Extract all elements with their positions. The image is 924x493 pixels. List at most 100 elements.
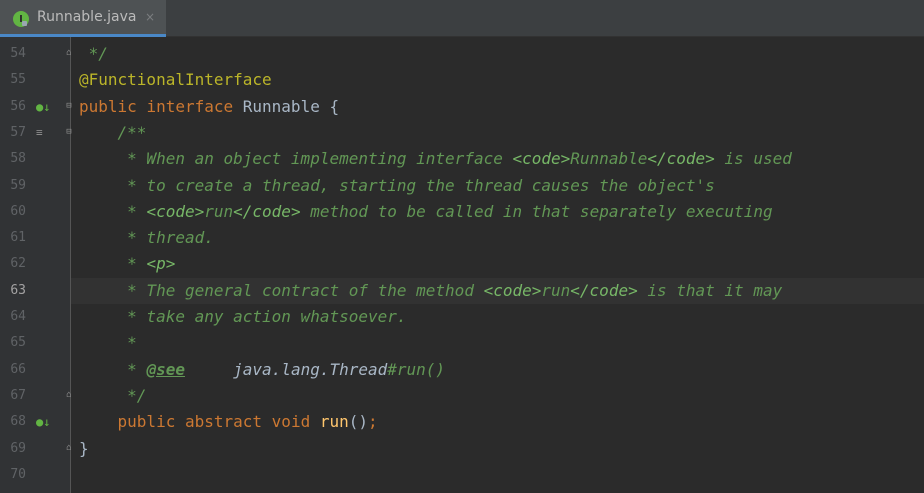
code-text[interactable]: /**: [79, 120, 147, 146]
code-line-64[interactable]: * take any action whatsoever. 64: [0, 304, 924, 330]
rendered-doc-icon[interactable]: ≡: [36, 126, 50, 140]
code-line-55[interactable]: @FunctionalInterface 55: [0, 67, 924, 93]
line-number[interactable]: 55: [0, 67, 26, 93]
implemented-override-icon[interactable]: ●↓: [36, 415, 50, 429]
code-line-58[interactable]: * When an object implementing interface …: [0, 146, 924, 172]
close-icon[interactable]: ×: [145, 10, 155, 24]
code-line-content[interactable]: public interface Runnable {: [71, 94, 924, 120]
code-token: * thread.: [79, 228, 214, 247]
code-token: java.lang.Thread: [233, 360, 388, 379]
code-line-content[interactable]: *: [71, 330, 924, 356]
code-line-70[interactable]: 70: [0, 462, 924, 488]
code-line-content[interactable]: /**: [71, 120, 924, 146]
code-text[interactable]: * take any action whatsoever.: [79, 304, 407, 330]
code-text[interactable]: */: [79, 383, 146, 409]
line-number[interactable]: 67: [0, 383, 26, 409]
tab-label: Runnable.java: [37, 9, 137, 25]
code-token: Runnable {: [242, 97, 340, 116]
code-token: </code>: [647, 149, 715, 168]
code-token: */: [79, 44, 108, 63]
code-token: * When an object implementing interface: [79, 149, 513, 168]
line-number[interactable]: 63: [0, 278, 26, 304]
code-line-content[interactable]: [71, 462, 924, 488]
code-text[interactable]: * @see java.lang.Thread#run(): [79, 357, 445, 383]
code-token: (): [348, 412, 369, 431]
code-line-content[interactable]: * @see java.lang.Thread#run(): [71, 357, 924, 383]
line-number[interactable]: 56: [0, 94, 26, 120]
code-token: is that it may: [637, 281, 783, 300]
line-number[interactable]: 66: [0, 357, 26, 383]
code-token: *: [79, 254, 147, 273]
implemented-override-icon[interactable]: ●↓: [36, 100, 50, 114]
code-line-54[interactable]: */ 54 ⌂: [0, 41, 924, 67]
code-line-57[interactable]: /** 57 ≡ ⊟: [0, 120, 924, 146]
code-line-59[interactable]: * to create a thread, starting the threa…: [0, 173, 924, 199]
code-line-56[interactable]: public interface Runnable { 56 ●↓ ⊟: [0, 94, 924, 120]
code-text[interactable]: * The general contract of the method <co…: [79, 278, 782, 304]
code-line-content[interactable]: public abstract void run();: [71, 409, 924, 435]
line-number[interactable]: 54: [0, 41, 26, 67]
code-line-content[interactable]: * to create a thread, starting the threa…: [71, 173, 924, 199]
line-number[interactable]: 70: [0, 462, 26, 488]
code-line-content[interactable]: * The general contract of the method <co…: [71, 278, 924, 304]
code-line-63[interactable]: * The general contract of the method <co…: [0, 278, 924, 304]
code-text[interactable]: * When an object implementing interface …: [79, 146, 792, 172]
fold-start-icon[interactable]: ⊟: [64, 127, 74, 138]
code-text[interactable]: * thread.: [79, 225, 214, 251]
line-number[interactable]: 64: [0, 304, 26, 330]
line-number[interactable]: 69: [0, 436, 26, 462]
tab-runnable-java[interactable]: I Runnable.java ×: [0, 0, 166, 37]
code-text[interactable]: }: [79, 436, 89, 462]
code-token: run: [319, 412, 349, 431]
line-number[interactable]: 57: [0, 120, 26, 146]
code-line-content[interactable]: * When an object implementing interface …: [71, 146, 924, 172]
code-token: abstract: [184, 412, 272, 431]
fold-end-icon[interactable]: ⌂: [64, 48, 74, 59]
line-number[interactable]: 58: [0, 146, 26, 172]
code-line-61[interactable]: * thread. 61: [0, 225, 924, 251]
code-line-content[interactable]: */: [71, 383, 924, 409]
code-text[interactable]: * <p>: [79, 251, 175, 277]
code-text[interactable]: public abstract void run();: [79, 409, 378, 435]
code-line-60[interactable]: * <code>run</code> method to be called i…: [0, 199, 924, 225]
code-text[interactable]: */: [79, 41, 108, 67]
code-line-content[interactable]: @FunctionalInterface: [71, 67, 924, 93]
code-token: #run(): [387, 360, 446, 379]
code-token: @FunctionalInterface: [79, 70, 272, 89]
code-line-content[interactable]: */: [71, 41, 924, 67]
code-token: is used: [714, 149, 792, 168]
code-line-content[interactable]: * <p>: [71, 251, 924, 277]
line-number[interactable]: 62: [0, 251, 26, 277]
code-token: * take any action whatsoever.: [79, 307, 407, 326]
line-number[interactable]: 60: [0, 199, 26, 225]
fold-end-icon[interactable]: ⌂: [64, 390, 74, 401]
code-line-65[interactable]: * 65: [0, 330, 924, 356]
code-line-content[interactable]: }: [71, 436, 924, 462]
code-line-68[interactable]: public abstract void run(); 68 ●↓: [0, 409, 924, 435]
code-token: *: [79, 202, 147, 221]
code-line-62[interactable]: * <p> 62: [0, 251, 924, 277]
code-token: run: [541, 281, 571, 300]
line-number[interactable]: 61: [0, 225, 26, 251]
code-token: @see: [146, 360, 185, 379]
code-text[interactable]: *: [79, 330, 137, 356]
line-number[interactable]: 65: [0, 330, 26, 356]
code-line-content[interactable]: * <code>run</code> method to be called i…: [71, 199, 924, 225]
code-text[interactable]: @FunctionalInterface: [79, 67, 272, 93]
code-line-69[interactable]: } 69 ⌂: [0, 436, 924, 462]
code-text[interactable]: * <code>run</code> method to be called i…: [79, 199, 772, 225]
fold-start-icon[interactable]: ⊟: [64, 101, 74, 112]
code-line-66[interactable]: * @see java.lang.Thread#run() 66: [0, 357, 924, 383]
code-line-content[interactable]: * take any action whatsoever.: [71, 304, 924, 330]
code-token: * to create a thread, starting the threa…: [79, 176, 715, 195]
code-line-content[interactable]: * thread.: [71, 225, 924, 251]
code-token: * The general contract of the method: [79, 281, 484, 300]
line-number[interactable]: 59: [0, 173, 26, 199]
line-number[interactable]: 68: [0, 409, 26, 435]
code-token: void: [271, 412, 320, 431]
code-text[interactable]: * to create a thread, starting the threa…: [79, 173, 715, 199]
code-line-67[interactable]: */ 67 ⌂: [0, 383, 924, 409]
code-token: /**: [79, 123, 147, 142]
code-text[interactable]: public interface Runnable {: [79, 94, 339, 120]
fold-end-icon[interactable]: ⌂: [64, 443, 74, 454]
